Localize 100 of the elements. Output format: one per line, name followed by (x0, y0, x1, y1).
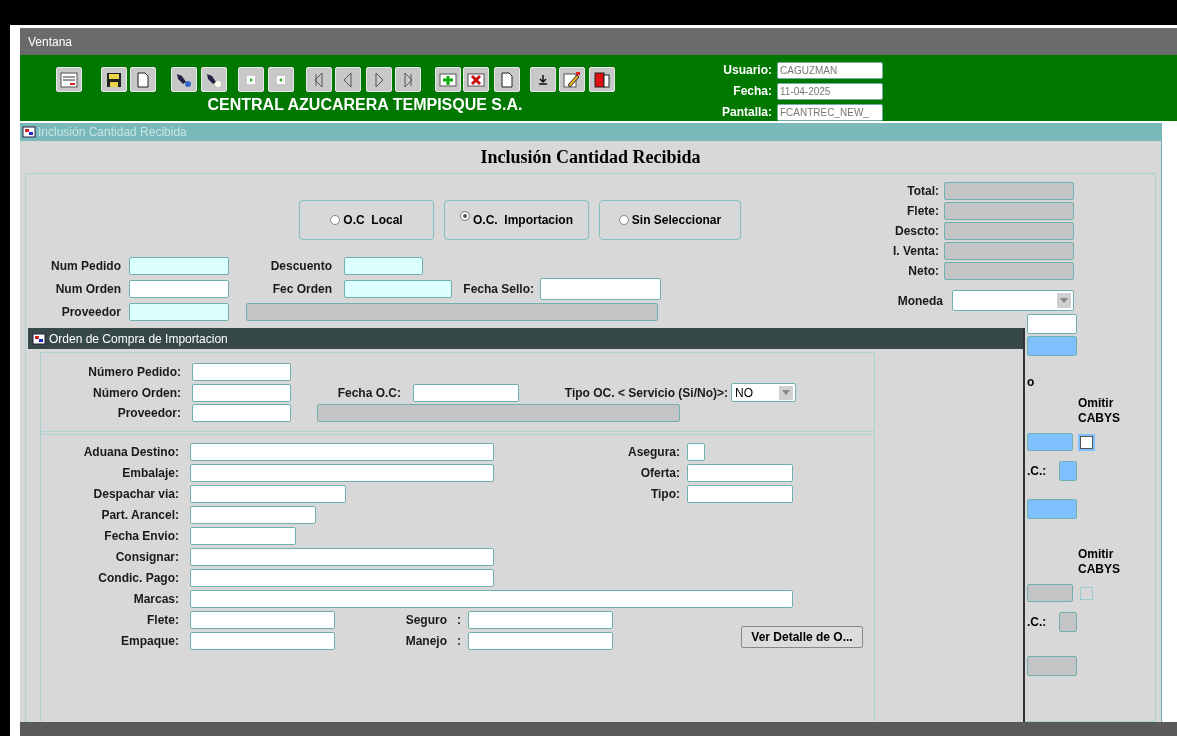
detail-button[interactable]: Ver Detalle de O... (741, 626, 863, 648)
field-label: Fecha Sello: (462, 281, 534, 298)
field-label: Proveedor (60, 304, 121, 321)
session-field: CAGUZMAN (777, 61, 883, 79)
text-field[interactable] (1059, 612, 1077, 632)
text-field[interactable] (192, 363, 291, 381)
checkbox[interactable] (1080, 436, 1093, 449)
field-label: Empaque: (120, 633, 179, 650)
company-name: CENTRAL AZUCARERA TEMPISQUE S.A. (207, 95, 523, 115)
text-field[interactable] (317, 404, 680, 422)
checkbox-label: Omitir CABYS (1078, 396, 1121, 426)
dialog-title: Orden de Compra de Importacion (49, 330, 228, 348)
field-label: o (1027, 374, 1035, 390)
text-field[interactable] (190, 485, 346, 503)
checkbox-label: Omitir CABYS (1078, 547, 1121, 577)
field-label: Fecha Envio: (103, 528, 179, 545)
text-field[interactable] (190, 443, 494, 461)
field-label: .C.: (1027, 614, 1048, 631)
text-field[interactable] (246, 303, 658, 321)
text-field[interactable] (944, 262, 1074, 280)
save-icon (105, 70, 123, 89)
toolbar-button[interactable] (335, 67, 361, 92)
radio-option[interactable]: Sin Seleccionar (599, 200, 741, 240)
select-value: NO (735, 384, 753, 402)
text-field[interactable] (1027, 584, 1073, 602)
text-field[interactable] (468, 632, 613, 650)
field-label: Pantalla: (721, 104, 772, 121)
field-label: Num Orden (54, 281, 121, 298)
field-label: Tipo OC. < Servicio (Si/No)>: (563, 384, 728, 402)
text-field[interactable] (1059, 461, 1077, 481)
field-label: Despachar via: (92, 486, 179, 503)
text-field[interactable] (344, 280, 452, 298)
currency-select[interactable] (952, 290, 1074, 311)
text-field[interactable] (1027, 499, 1077, 519)
toolbar-button[interactable] (306, 67, 332, 92)
field-label: Neto: (907, 263, 939, 280)
field-label: Fec Orden (271, 281, 332, 298)
form-icon (22, 125, 36, 139)
text-field[interactable] (192, 383, 291, 402)
text-field[interactable] (190, 632, 335, 650)
toolbar-button[interactable] (589, 67, 615, 92)
list-icon (60, 70, 78, 89)
text-field[interactable] (687, 485, 793, 503)
field-label: Condic. Pago: (97, 570, 179, 587)
text-field[interactable] (413, 383, 519, 402)
service-select[interactable]: NO (731, 383, 796, 402)
text-field[interactable] (192, 404, 291, 422)
session-field: 11-04-2025 (777, 82, 883, 100)
text-field[interactable] (944, 222, 1074, 240)
text-field[interactable] (944, 242, 1074, 260)
text-field[interactable] (1027, 433, 1073, 451)
text-field[interactable] (1027, 336, 1077, 356)
field-label: Moneda (896, 292, 943, 310)
text-field[interactable] (190, 590, 793, 608)
toolbar-button[interactable] (530, 67, 556, 92)
field-label: Descuento (269, 258, 332, 275)
text-field[interactable] (944, 182, 1074, 200)
toolbar-button[interactable] (171, 67, 197, 92)
toolbar-button[interactable] (395, 67, 421, 92)
field-label: Tipo: (649, 486, 680, 503)
text-field[interactable] (190, 506, 316, 524)
text-field[interactable] (190, 464, 494, 482)
delete-icon (467, 70, 485, 89)
toolbar-button[interactable] (366, 67, 392, 92)
text-field[interactable] (190, 527, 296, 545)
text-field[interactable] (129, 280, 229, 298)
field-label: Asegura: (627, 444, 680, 461)
text-field[interactable] (190, 548, 494, 566)
field-label: Marcas: (132, 591, 179, 608)
menu-item[interactable]: Ventana (28, 32, 73, 51)
text-field[interactable] (944, 202, 1074, 220)
text-field[interactable] (687, 464, 793, 482)
field-label: Aduana Destino: (82, 444, 179, 461)
text-field[interactable] (129, 257, 229, 275)
field-label: Num Pedido (50, 258, 121, 275)
text-field[interactable] (540, 278, 661, 300)
text-field[interactable] (190, 569, 494, 587)
exit-icon (593, 70, 611, 89)
text-field[interactable] (687, 443, 705, 461)
radio-option[interactable]: O.C. Importacion (444, 200, 589, 240)
radio-option[interactable]: O.C Local (299, 200, 434, 240)
text-field[interactable] (1027, 656, 1077, 676)
field-label: Consignar: (114, 549, 179, 566)
session-field: FCANTREC_NEW_ (777, 103, 883, 121)
text-field[interactable] (190, 611, 335, 629)
text-field[interactable] (1027, 314, 1077, 334)
document-icon (134, 70, 152, 89)
toolbar-button[interactable] (101, 67, 127, 92)
toolbar-button[interactable] (201, 67, 227, 92)
field-label: Descto: (894, 223, 939, 240)
field-label: Seguro : (404, 612, 461, 629)
text-field[interactable] (129, 303, 229, 321)
plus-icon (439, 70, 457, 89)
field-label: .C.: (1027, 463, 1048, 480)
text-field[interactable] (344, 257, 423, 275)
text-field[interactable] (468, 611, 613, 629)
field-label: I. Venta: (892, 243, 939, 260)
toolbar-button[interactable] (559, 67, 585, 92)
field-label: Número Pedido: (87, 364, 181, 381)
document-icon (498, 70, 516, 89)
